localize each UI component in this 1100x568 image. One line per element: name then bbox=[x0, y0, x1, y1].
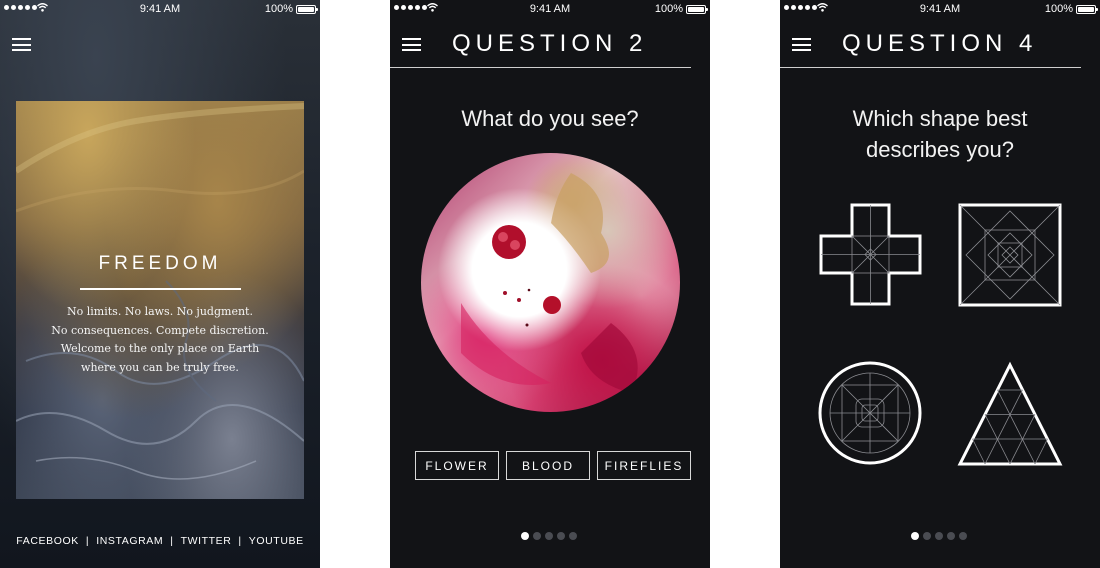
description-line: No consequences. Compete discretion. bbox=[51, 323, 269, 337]
cross-icon[interactable] bbox=[819, 203, 922, 306]
status-bar: 9:41 AM 100% bbox=[390, 0, 710, 18]
answer-blood-button[interactable]: BLOOD bbox=[506, 451, 590, 480]
description-line: No limits. No laws. No judgment. bbox=[67, 305, 253, 318]
menu-icon[interactable] bbox=[12, 38, 31, 51]
separator: | bbox=[238, 535, 242, 547]
question-2-screen: 9:41 AM 100% QUESTION 2 What do you see?… bbox=[390, 0, 710, 568]
battery-icon bbox=[686, 4, 708, 14]
status-bar: 9:41 AM 100% bbox=[0, 0, 320, 18]
page-dot-active[interactable] bbox=[521, 532, 529, 540]
separator: | bbox=[85, 535, 90, 547]
page-dot[interactable] bbox=[545, 532, 553, 540]
answer-fireflies-button[interactable]: FIREFLIES bbox=[597, 451, 691, 480]
page-dot[interactable] bbox=[533, 532, 541, 540]
social-links: FACEBOOK | INSTAGRAM | TWITTER | YOUTUBE bbox=[0, 535, 320, 547]
page-dot-active[interactable] bbox=[911, 532, 919, 540]
freedom-screen: 9:41 AM 100% FREEDOM No limits. No laws.… bbox=[0, 0, 320, 568]
inkblot-image bbox=[421, 153, 680, 412]
battery-icon bbox=[296, 4, 318, 14]
question-line: describes you? bbox=[866, 137, 1014, 162]
battery-icon bbox=[1076, 4, 1098, 14]
header-divider bbox=[390, 67, 691, 68]
battery-percent: 100% bbox=[654, 3, 683, 15]
instagram-link[interactable]: INSTAGRAM bbox=[96, 535, 163, 547]
page-dot[interactable] bbox=[935, 532, 943, 540]
landscape-image bbox=[16, 101, 304, 499]
separator: | bbox=[170, 535, 174, 547]
menu-icon[interactable] bbox=[792, 38, 811, 51]
facebook-link[interactable]: FACEBOOK bbox=[16, 535, 79, 547]
question-text: Which shape best describes you? bbox=[780, 103, 1100, 165]
question-title: QUESTION 4 bbox=[842, 30, 1038, 57]
question-4-screen: 9:41 AM 100% QUESTION 4 Which shape best… bbox=[780, 0, 1100, 568]
page-dot[interactable] bbox=[557, 532, 565, 540]
page-dot[interactable] bbox=[923, 532, 931, 540]
question-text: What do you see? bbox=[461, 106, 639, 131]
battery-percent: 100% bbox=[1044, 3, 1073, 15]
menu-icon[interactable] bbox=[402, 38, 421, 51]
status-bar: 9:41 AM 100% bbox=[780, 0, 1100, 18]
square-icon[interactable] bbox=[958, 203, 1062, 307]
triangle-icon[interactable] bbox=[957, 361, 1063, 467]
answer-flower-button[interactable]: FLOWER bbox=[415, 451, 499, 480]
question-line: Which shape best bbox=[852, 106, 1028, 131]
page-dot[interactable] bbox=[947, 532, 955, 540]
page-dot[interactable] bbox=[959, 532, 967, 540]
battery-percent: 100% bbox=[264, 3, 293, 15]
page-dot[interactable] bbox=[569, 532, 577, 540]
freedom-title: FREEDOM bbox=[98, 253, 222, 274]
answer-options: FLOWER BLOOD FIREFLIES bbox=[415, 451, 691, 480]
description-line: where you can be truly free. bbox=[81, 360, 239, 374]
header-divider bbox=[780, 67, 1081, 68]
title-divider bbox=[80, 288, 241, 290]
circle-icon[interactable] bbox=[818, 361, 922, 465]
description-line: Welcome to the only place on Earth bbox=[60, 342, 260, 355]
freedom-description: No limits. No laws. No judgment. No cons… bbox=[16, 303, 304, 377]
youtube-link[interactable]: YOUTUBE bbox=[249, 535, 304, 547]
twitter-link[interactable]: TWITTER bbox=[181, 535, 232, 547]
page-indicator bbox=[521, 532, 577, 540]
question-title: QUESTION 2 bbox=[452, 30, 648, 57]
page-indicator bbox=[911, 532, 967, 540]
